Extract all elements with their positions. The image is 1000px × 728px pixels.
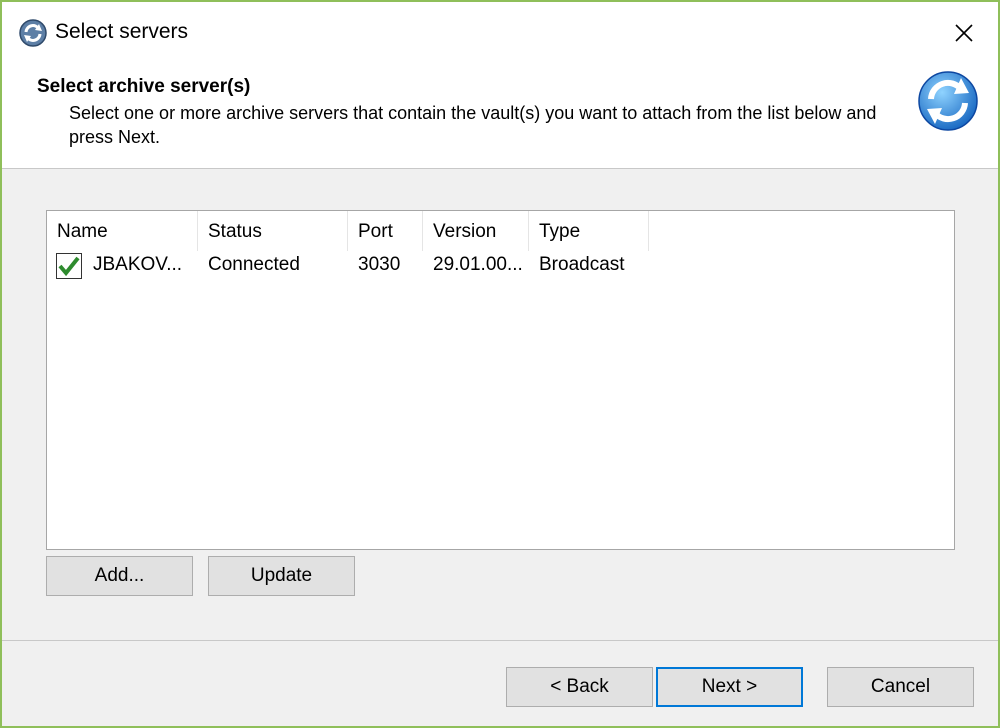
- server-list[interactable]: Name Status Port Version Type JBAKOV... …: [46, 210, 955, 550]
- wizard-header: Select archive server(s) Select one or m…: [2, 64, 998, 169]
- cell-port: 3030: [358, 254, 401, 275]
- select-servers-dialog: Select servers Select archive server(s) …: [0, 0, 1000, 728]
- column-header-version[interactable]: Version: [423, 211, 529, 251]
- page-description: Select one or more archive servers that …: [69, 103, 877, 147]
- server-checkbox[interactable]: [56, 253, 82, 279]
- column-header-type[interactable]: Type: [529, 211, 649, 251]
- cancel-button[interactable]: Cancel: [827, 667, 974, 707]
- cell-version: 29.01.00...: [433, 254, 523, 275]
- close-button[interactable]: [942, 14, 986, 52]
- column-header-name[interactable]: Name: [47, 211, 198, 251]
- update-button[interactable]: Update: [208, 556, 355, 596]
- column-header-port[interactable]: Port: [348, 211, 423, 251]
- cell-type: Broadcast: [539, 254, 625, 275]
- page-title: Select archive server(s): [37, 76, 251, 97]
- sync-arrows-icon: [918, 71, 978, 131]
- close-icon: [955, 24, 973, 42]
- next-button[interactable]: Next >: [656, 667, 803, 707]
- cell-name: JBAKOV...: [93, 254, 183, 275]
- title-bar: Select servers: [2, 2, 998, 64]
- add-button[interactable]: Add...: [46, 556, 193, 596]
- column-header-status[interactable]: Status: [198, 211, 348, 251]
- cell-status: Connected: [208, 254, 300, 275]
- app-sync-icon: [19, 19, 47, 47]
- footer-divider: [2, 640, 998, 641]
- checkmark-icon: [58, 256, 80, 277]
- back-button[interactable]: < Back: [506, 667, 653, 707]
- window-title: Select servers: [55, 20, 189, 43]
